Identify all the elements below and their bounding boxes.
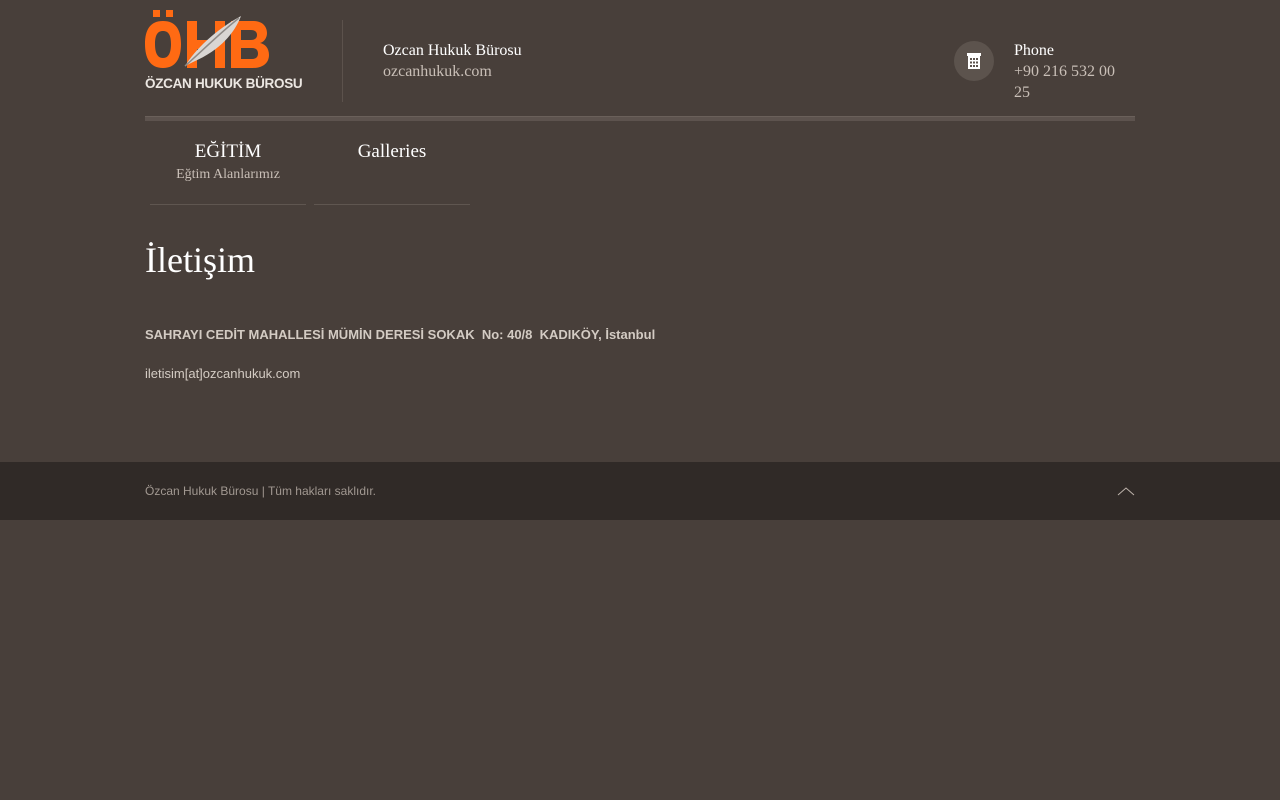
- nav-item-subtitle: Eğtim Alanlarımız: [176, 167, 280, 182]
- nav-item-title: EĞİTİM: [194, 141, 262, 162]
- nav-item-title: Galleries: [357, 141, 427, 162]
- page-container: ÖZCAN HUKUK BÜROSU Ozcan Hukuk Bürosu oz…: [145, 0, 1135, 381]
- logo-text: ÖZCAN HUKUK BÜROSU: [145, 76, 303, 91]
- address-text: SAHRAYI CEDİT MAHALLESİ MÜMİN DERESİ SOK…: [145, 327, 656, 342]
- page-title: İletişim: [145, 240, 255, 280]
- phone-info: Phone +90 216 532 00 25: [1014, 40, 1135, 103]
- main-content: İletişim SAHRAYI CEDİT MAHALLESİ MÜMİN D…: [145, 238, 1135, 381]
- main-nav: EĞİTİM Eğtim Alanlarımız Galleries: [145, 118, 1135, 206]
- nav-item-galleries[interactable]: Galleries: [314, 118, 470, 205]
- site-url[interactable]: ozcanhukuk.com: [383, 61, 522, 82]
- site-header: ÖZCAN HUKUK BÜROSU Ozcan Hukuk Bürosu oz…: [145, 0, 1135, 121]
- site-info: Ozcan Hukuk Bürosu ozcanhukuk.com: [383, 40, 522, 82]
- phone-label: Phone: [1014, 42, 1054, 59]
- email-text: iletisim[at]ozcanhukuk.com: [145, 366, 301, 381]
- phone-number[interactable]: +90 216 532 00 25: [1014, 61, 1135, 103]
- logo-mark-icon: [145, 10, 269, 68]
- header-divider: [342, 20, 343, 102]
- chevron-up-icon[interactable]: [1117, 484, 1135, 496]
- site-name: Ozcan Hukuk Bürosu: [383, 42, 522, 59]
- nav-item-egitim[interactable]: EĞİTİM Eğtim Alanlarımız: [150, 118, 306, 205]
- copyright-text: Özcan Hukuk Bürosu | Tüm hakları saklıdı…: [145, 484, 376, 498]
- phone-icon: [954, 41, 994, 81]
- site-logo[interactable]: ÖZCAN HUKUK BÜROSU: [145, 10, 303, 94]
- site-footer: Özcan Hukuk Bürosu | Tüm hakları saklıdı…: [0, 462, 1280, 520]
